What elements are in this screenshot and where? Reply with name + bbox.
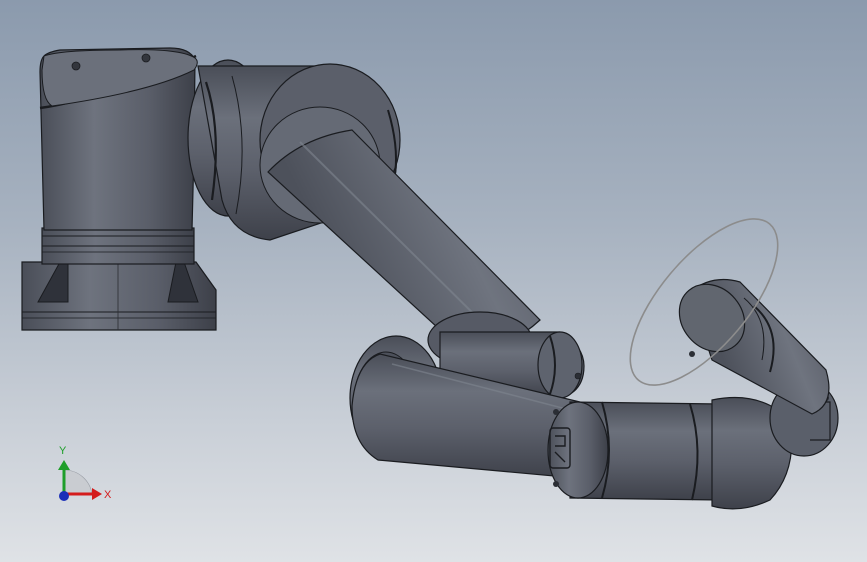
x-axis-label: X <box>104 489 112 501</box>
z-axis-icon <box>59 491 69 501</box>
triad-plane-icon <box>63 469 93 495</box>
wrist-1[interactable] <box>547 401 738 501</box>
y-axis-label: Y <box>59 445 67 457</box>
graphics-viewport[interactable]: Y X <box>0 0 867 562</box>
robot-arm-model[interactable]: Y X <box>0 0 867 562</box>
tool-flange[interactable] <box>666 271 830 415</box>
coordinate-triad: Y X <box>58 445 112 501</box>
base[interactable] <box>21 47 217 331</box>
